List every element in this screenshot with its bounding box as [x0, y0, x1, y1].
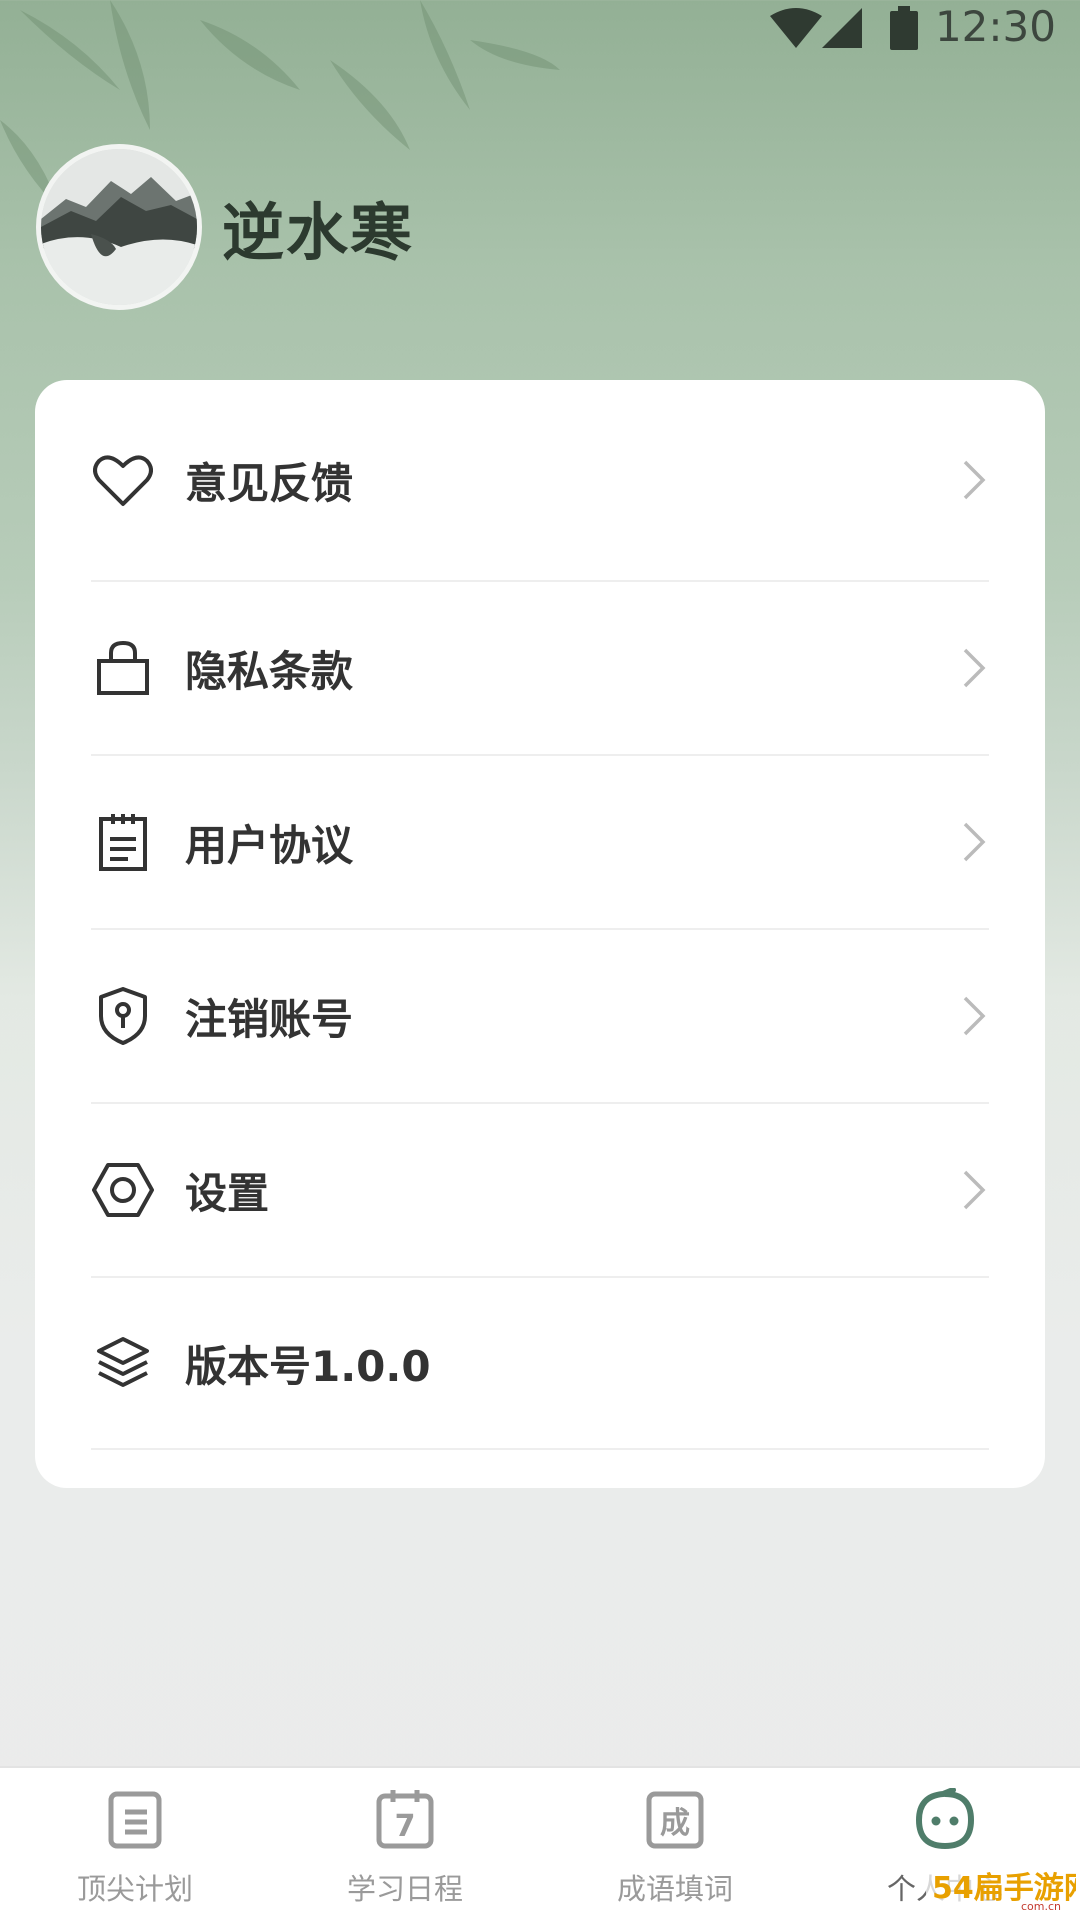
profile-header[interactable]: 逆水寒 [36, 144, 414, 310]
heart-icon [91, 448, 155, 512]
tab-label: 成语填词 [616, 1872, 733, 1906]
menu-item-version: 版本号1.0.0 [91, 1278, 989, 1450]
chevron-right-icon [963, 822, 986, 862]
watermark-domain: com.cn [1021, 1900, 1061, 1913]
menu-item-label: 注销账号 [185, 994, 354, 1044]
menu-item-delete-account[interactable]: 注销账号 [91, 930, 989, 1104]
smiley-bubble-icon [915, 1788, 975, 1850]
calendar-glyph: 7 [395, 1809, 416, 1844]
wifi-icon [770, 8, 822, 48]
status-bar: 12:30 [0, 0, 1080, 60]
menu-item-label: 隐私条款 [185, 646, 354, 696]
calendar-icon: 7 [376, 1790, 434, 1849]
plan-list-icon [108, 1791, 162, 1849]
status-time: 12:30 [934, 2, 1056, 51]
menu-item-user-agreement[interactable]: 用户协议 [91, 756, 989, 930]
tab-label: 学习日程 [346, 1872, 463, 1906]
shield-key-icon [91, 984, 155, 1048]
lock-icon [91, 636, 155, 700]
idiom-glyph: 成 [660, 1806, 690, 1841]
watermark-logo: 54扁手游网 com.cn [926, 1860, 1076, 1913]
chevron-right-icon [963, 648, 986, 688]
hexagon-settings-icon [91, 1158, 155, 1222]
avatar[interactable] [36, 144, 202, 310]
version-label: 版本号1.0.0 [185, 1341, 431, 1391]
chevron-right-icon [963, 996, 986, 1036]
bottom-tab-bar: 顶尖计划 7 学习日程 成 成语填词 个人中心 [0, 1766, 1080, 1920]
tab-top-plan[interactable]: 顶尖计划 [0, 1768, 270, 1920]
tab-idiom-fill[interactable]: 成 成语填词 [540, 1768, 810, 1920]
menu-item-feedback[interactable]: 意见反馈 [91, 380, 989, 582]
document-icon [91, 810, 155, 874]
menu-card: 意见反馈 隐私条款 用户协议 注销账号 设置 版本号1.0.0 [35, 380, 1045, 1488]
chevron-right-icon [963, 460, 986, 500]
menu-item-label: 意见反馈 [185, 458, 354, 508]
signal-icon [822, 8, 862, 48]
tab-label: 顶尖计划 [76, 1872, 193, 1906]
menu-item-settings[interactable]: 设置 [91, 1104, 989, 1278]
mountain-landscape-image [41, 149, 197, 305]
tab-study-schedule[interactable]: 7 学习日程 [270, 1768, 540, 1920]
chevron-right-icon [963, 1170, 986, 1210]
menu-item-label: 设置 [185, 1168, 270, 1218]
menu-item-privacy[interactable]: 隐私条款 [91, 582, 989, 756]
idiom-icon: 成 [646, 1791, 704, 1849]
layers-icon [91, 1331, 155, 1395]
menu-item-label: 用户协议 [185, 820, 354, 870]
username: 逆水寒 [222, 196, 415, 269]
battery-icon [890, 6, 918, 50]
